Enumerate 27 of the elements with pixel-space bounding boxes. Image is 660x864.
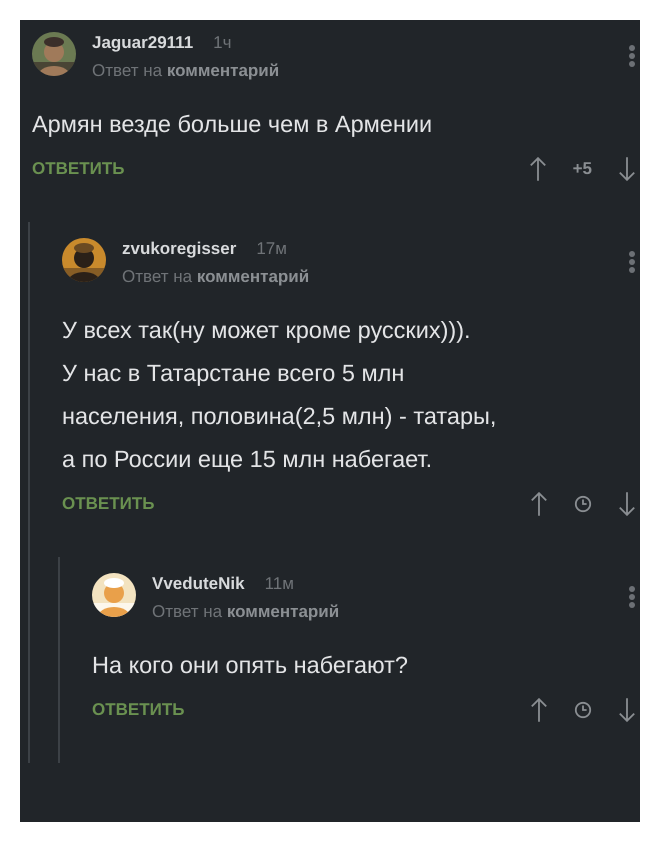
downvote-icon[interactable] (618, 491, 636, 517)
clock-icon (574, 701, 592, 719)
comment-text: Армян везде больше чем в Армении (32, 110, 434, 139)
reply-to-link[interactable]: Ответ на комментарий (152, 602, 340, 622)
reply-button[interactable]: ОТВЕТИТЬ (92, 700, 184, 720)
downvote-icon[interactable] (618, 697, 636, 723)
reply-to-link[interactable]: Ответ на комментарий (122, 267, 310, 287)
upvote-icon[interactable] (530, 697, 548, 723)
comment-text: На кого они опять набегают? (92, 651, 409, 680)
username[interactable]: VveduteNik (152, 574, 245, 594)
more-options-icon[interactable] (628, 44, 636, 68)
upvote-icon[interactable] (530, 491, 548, 517)
reply-to-link[interactable]: Ответ на комментарий (92, 61, 280, 81)
username[interactable]: zvukoregisser (122, 239, 236, 259)
upvote-icon[interactable] (528, 156, 547, 182)
rating: +5 (572, 159, 592, 179)
comment-time: 1ч (213, 33, 232, 53)
more-options-icon[interactable] (628, 250, 636, 274)
more-options-icon[interactable] (628, 585, 636, 609)
comment-text: У всех так(ну может кроме русских))). У нас в Татарстане всего 5 млн населения, половина(2,5 млн) - татары, а по России еще 15 млн набегает. (62, 316, 498, 474)
reply-button[interactable]: ОТВЕТИТЬ (32, 159, 124, 179)
comment-time: 11м (264, 574, 294, 594)
downvote-icon[interactable] (618, 156, 636, 182)
reply-button[interactable]: ОТВЕТИТЬ (62, 494, 154, 514)
clock-icon (574, 495, 592, 513)
comment-time: 17м (256, 239, 287, 259)
username[interactable]: Jaguar29111 (92, 33, 194, 53)
